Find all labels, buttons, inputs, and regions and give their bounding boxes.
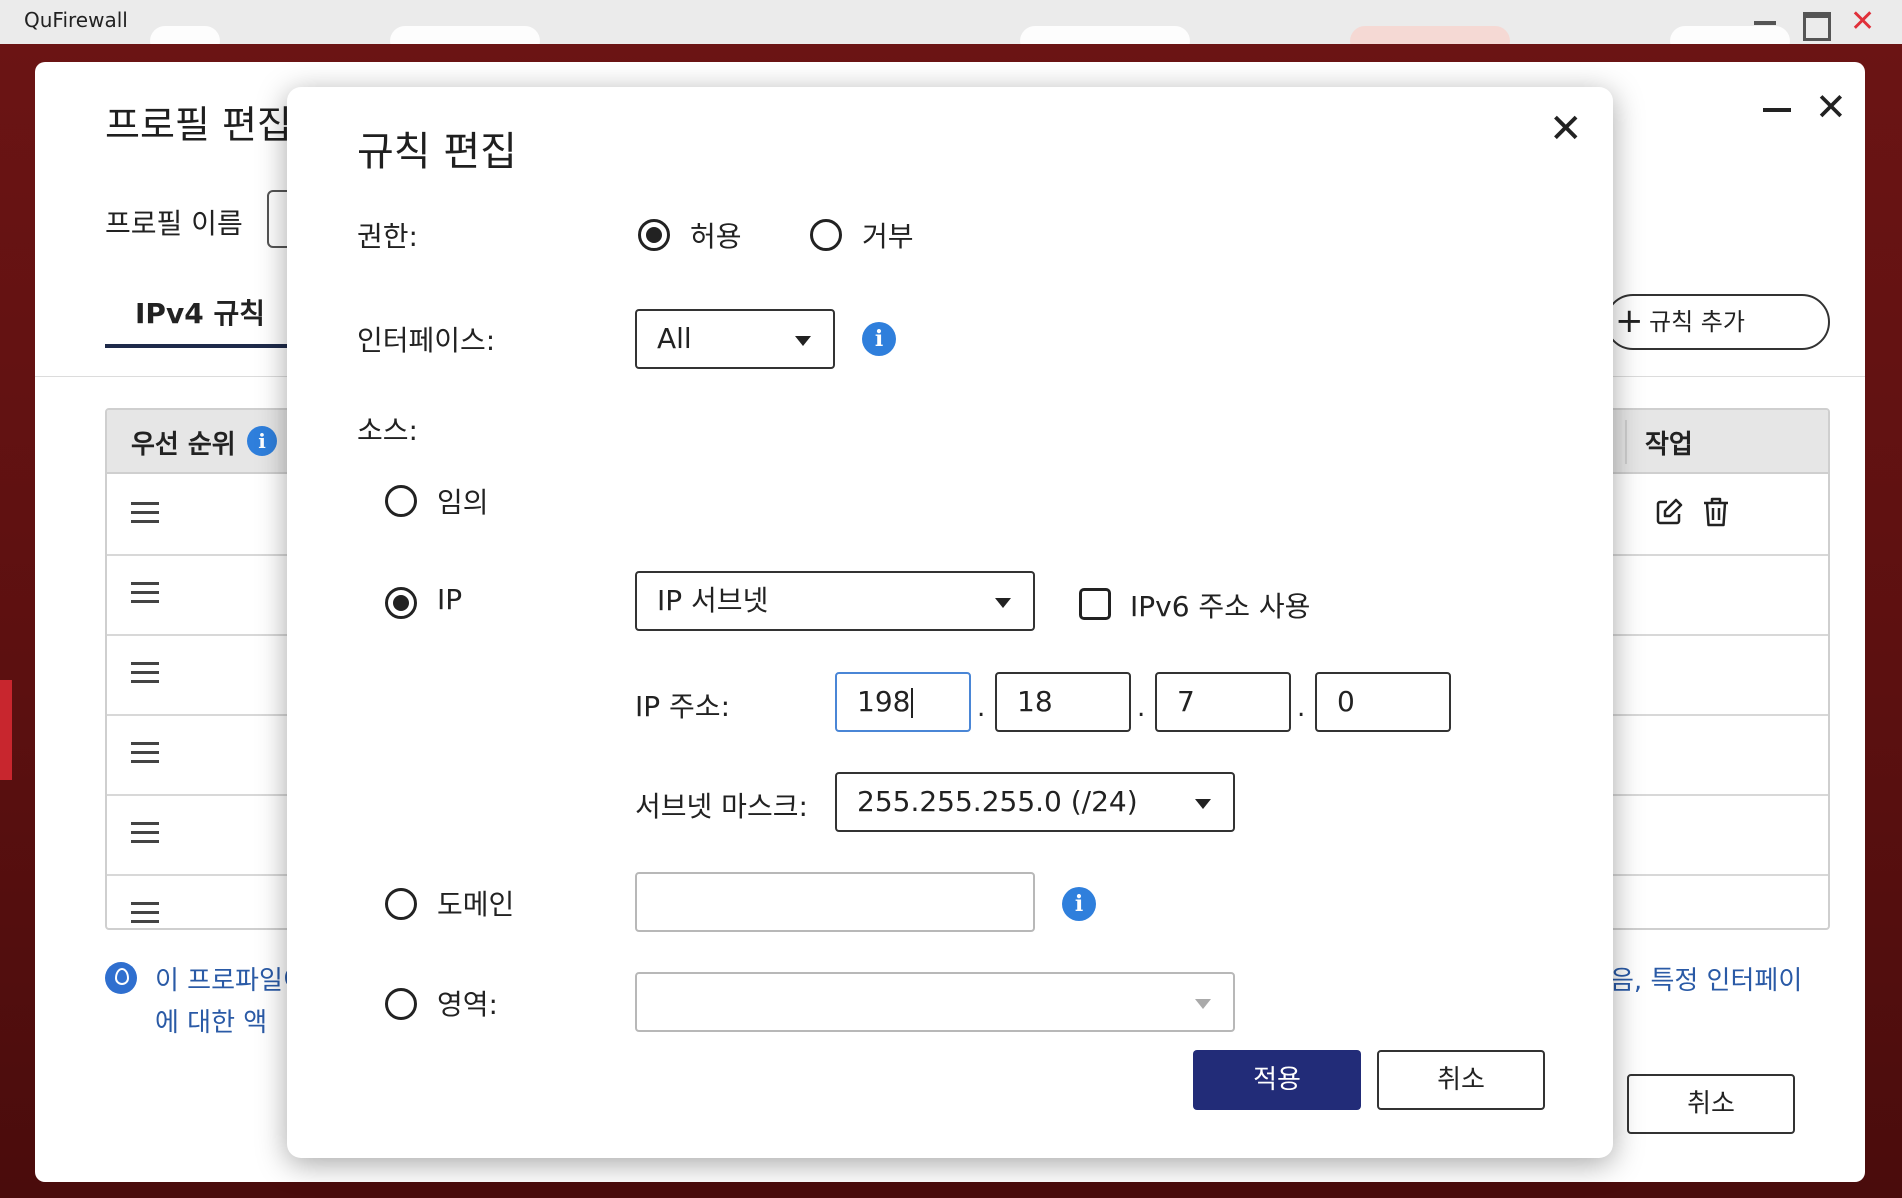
interface-label: 인터페이스:: [357, 324, 496, 357]
os-title-bar: QuFirewall ✕: [0, 0, 1902, 56]
drag-handle-icon[interactable]: [131, 502, 159, 524]
ipv6-checkbox-label[interactable]: IPv6 주소 사용: [1130, 585, 1310, 625]
add-rule-button[interactable]: + 규칙 추가: [1605, 294, 1830, 350]
subnet-mask-label: 서브넷 마스크:: [635, 790, 808, 823]
region-select[interactable]: [635, 972, 1235, 1032]
edit-icon[interactable]: [1653, 496, 1685, 536]
drag-handle-icon[interactable]: [131, 822, 159, 844]
info-icon[interactable]: i: [247, 426, 277, 456]
ip-octet-1-value: 198: [857, 685, 911, 718]
permission-label: 권한:: [357, 220, 418, 253]
app-title: QuFirewall: [24, 8, 128, 32]
desktop-accent: [0, 680, 12, 780]
radio-deny-label[interactable]: 거부: [862, 215, 914, 255]
profile-name-label: 프로필 이름: [105, 207, 243, 240]
domain-info-icon[interactable]: i: [1062, 887, 1096, 921]
ip-type-selected-value: IP 서브넷: [657, 584, 769, 617]
radio-source-ip[interactable]: [385, 587, 417, 619]
chevron-down-icon: [795, 336, 811, 346]
radio-source-any-label[interactable]: 임의: [437, 481, 489, 521]
cancel-button[interactable]: 취소: [1627, 1074, 1795, 1134]
ip-octet-2-input[interactable]: 18: [995, 672, 1131, 732]
radio-source-any[interactable]: [385, 485, 417, 517]
header-priority: 우선 순위: [131, 430, 236, 460]
active-tab-indicator: [105, 344, 305, 348]
window-title: 프로필 편집: [105, 103, 292, 147]
radio-deny[interactable]: [810, 219, 842, 251]
window-close-icon[interactable]: ✕: [1850, 7, 1875, 37]
delete-icon[interactable]: [1701, 496, 1731, 532]
drag-handle-icon[interactable]: [131, 662, 159, 684]
dialog-title: 규칙 편집: [357, 129, 517, 175]
radio-source-region-label[interactable]: 영역:: [437, 983, 498, 1023]
ip-octet-1-input[interactable]: 198: [835, 672, 971, 732]
ip-dot: .: [1297, 693, 1306, 723]
window-maximize-icon[interactable]: [1802, 10, 1831, 41]
cancel-button[interactable]: 취소: [1377, 1050, 1545, 1110]
add-rule-label: 규칙 추가: [1649, 308, 1745, 336]
subnet-mask-select[interactable]: 255.255.255.0 (/24): [835, 772, 1235, 832]
drag-handle-icon[interactable]: [131, 902, 159, 924]
radio-source-domain-label[interactable]: 도메인: [437, 883, 514, 923]
ip-octet-3-input[interactable]: 7: [1155, 672, 1291, 732]
edit-rule-dialog: 규칙 편집 ✕ 권한: 허용 거부 인터페이스: All i 소스: 임의 IP…: [287, 87, 1613, 1158]
ip-type-select[interactable]: IP 서브넷: [635, 571, 1035, 631]
ip-octet-4-input[interactable]: 0: [1315, 672, 1451, 732]
interface-info-icon[interactable]: i: [862, 322, 896, 356]
ip-dot: .: [1137, 693, 1146, 723]
radio-source-ip-label[interactable]: IP: [437, 583, 462, 616]
ipv6-checkbox[interactable]: [1079, 588, 1111, 620]
radio-allow[interactable]: [638, 219, 670, 251]
header-action: 작업: [1645, 430, 1693, 460]
tab-ipv4-rules[interactable]: IPv4 규칙: [105, 292, 295, 332]
ip-address-label: IP 주소:: [635, 690, 730, 723]
chevron-down-icon: [1195, 799, 1211, 809]
window-minimize-icon[interactable]: [1752, 10, 1776, 34]
minimize-icon[interactable]: [1763, 108, 1791, 112]
ip-dot: .: [977, 693, 986, 723]
apply-button[interactable]: 적용: [1193, 1050, 1361, 1110]
close-icon[interactable]: ✕: [1815, 88, 1847, 126]
chevron-down-icon: [995, 598, 1011, 608]
drag-handle-icon[interactable]: [131, 742, 159, 764]
text-cursor: [911, 688, 914, 718]
close-icon[interactable]: ✕: [1549, 109, 1583, 149]
radio-source-domain[interactable]: [385, 888, 417, 920]
drag-handle-icon[interactable]: [131, 582, 159, 604]
interface-select[interactable]: All: [635, 309, 835, 369]
lightbulb-icon: [105, 962, 137, 994]
interface-selected-value: All: [657, 322, 692, 355]
plus-icon: +: [1615, 301, 1644, 341]
column-divider: [1625, 420, 1627, 464]
source-label: 소스:: [357, 414, 418, 447]
subnet-mask-selected-value: 255.255.255.0 (/24): [857, 785, 1138, 818]
chevron-down-icon: [1195, 999, 1211, 1009]
domain-input[interactable]: [635, 872, 1035, 932]
radio-allow-label[interactable]: 허용: [690, 215, 742, 255]
radio-source-region[interactable]: [385, 988, 417, 1020]
hint-text-right: 음, 특정 인터페이: [1610, 966, 1803, 996]
